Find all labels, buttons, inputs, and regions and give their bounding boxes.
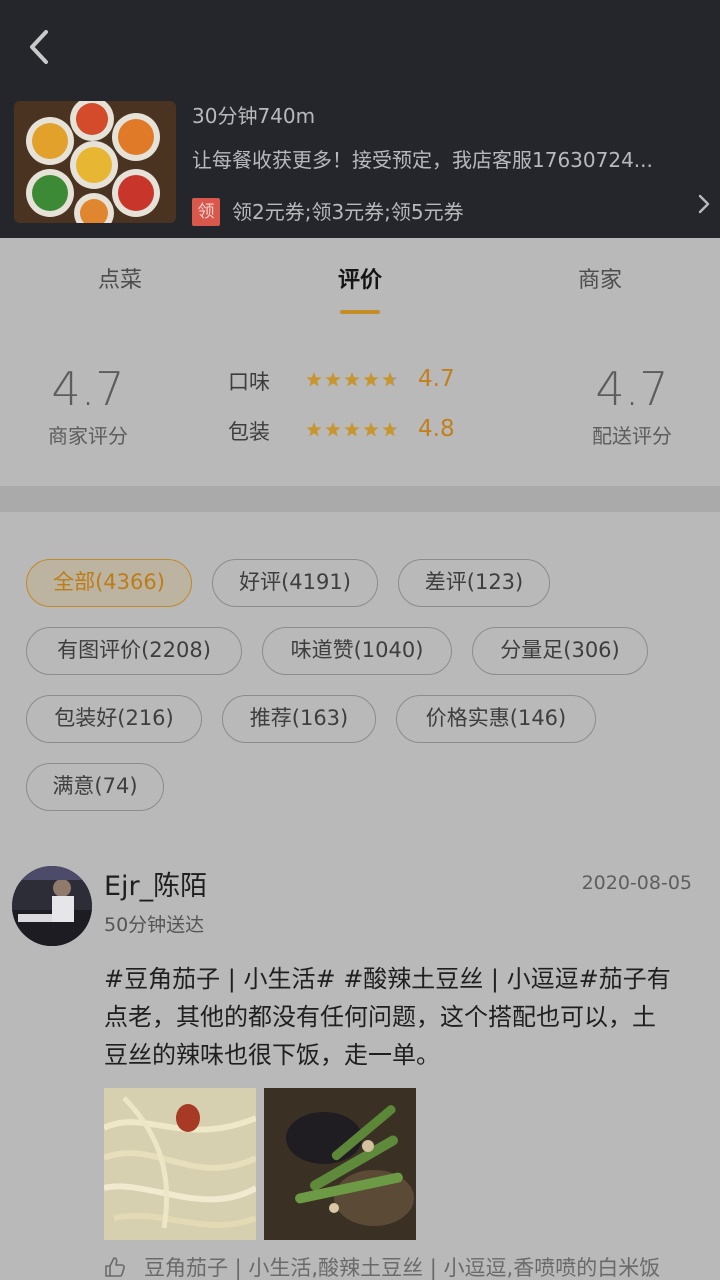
filter-chip-negative[interactable]: 差评(123) [398, 559, 550, 607]
review-text: #豆角茄子 | 小生活# #酸辣土豆丝 | 小逗逗#茄子有点老，其他的都没有任何… [104, 965, 671, 1069]
review-photo-potato[interactable] [104, 1088, 256, 1240]
review-tags-text: 豆角茄子 | 小生活,酸辣土豆丝 | 小逗逗,香喷喷的白米饭 [144, 1256, 661, 1280]
tab-bar: 点菜 评价 商家 [0, 238, 720, 324]
back-arrow-icon[interactable] [20, 24, 60, 70]
star-icon [363, 422, 379, 437]
star-icon [306, 422, 322, 437]
merchant-score-label: 商家评分 [48, 424, 128, 448]
taste-value: 4.7 [418, 366, 455, 392]
review-filters: 全部(4366) 好评(4191) 差评(123) 有图评价(2208) 味道赞… [0, 512, 720, 842]
star-icon [344, 372, 360, 387]
delivery-info: 30分钟740m [192, 104, 316, 128]
star-icon [325, 422, 341, 437]
delivery-score-label: 配送评分 [592, 424, 672, 448]
taste-label: 口味 [228, 370, 270, 394]
tab-merchant[interactable]: 商家 [540, 262, 660, 294]
review-dish-tags: 豆角茄子 | 小生活,酸辣土豆丝 | 小逗逗,香喷喷的白米饭 [104, 1252, 714, 1280]
review-date: 2020-08-05 [581, 872, 692, 894]
filter-chip-all[interactable]: 全部(4366) [26, 559, 192, 607]
filter-chip-with-photos[interactable]: 有图评价(2208) [26, 627, 242, 675]
section-divider [0, 486, 720, 512]
shop-header: 30分钟740m 让每餐收获更多！接受预定，我店客服17630724... 领 … [0, 0, 720, 238]
star-icon [363, 372, 379, 387]
filter-chip-value[interactable]: 价格实惠(146) [396, 695, 596, 743]
filter-chip-portion[interactable]: 分量足(306) [472, 627, 648, 675]
star-icon [325, 372, 341, 387]
package-stars [306, 422, 398, 437]
star-icon [382, 372, 398, 387]
shop-announcement[interactable]: 让每餐收获更多！接受预定，我店客服17630724... [192, 144, 702, 173]
filter-chip-packaging[interactable]: 包装好(216) [26, 695, 202, 743]
star-icon [306, 372, 322, 387]
avatar[interactable] [12, 866, 92, 946]
coupon-badge: 领 [192, 198, 220, 226]
filter-chip-tasty[interactable]: 味道赞(1040) [262, 627, 452, 675]
filter-chip-recommend[interactable]: 推荐(163) [222, 695, 376, 743]
reviewer-name[interactable]: Ejr_陈陌 [104, 864, 207, 903]
package-value: 4.8 [418, 416, 455, 442]
review-item: Ejr_陈陌 50分钟送达 2020-08-05 #豆角茄子 | 小生活# #酸… [0, 842, 720, 1280]
filter-chip-satisfied[interactable]: 满意(74) [26, 763, 164, 811]
chevron-right-icon[interactable] [694, 190, 714, 218]
star-icon [344, 422, 360, 437]
tab-reviews[interactable]: 评价 [300, 262, 420, 294]
package-label: 包装 [228, 420, 270, 444]
taste-stars [306, 372, 398, 387]
review-photo-eggplant[interactable] [264, 1088, 416, 1240]
delivery-duration: 50分钟送达 [104, 914, 205, 936]
filter-chip-positive[interactable]: 好评(4191) [212, 559, 378, 607]
thumbs-up-icon [105, 1257, 125, 1277]
coupon-list[interactable]: 领2元券;领3元券;领5元券 [232, 196, 464, 225]
merchant-score: 4.7 [51, 362, 125, 416]
tab-indicator [340, 310, 380, 314]
star-icon [382, 422, 398, 437]
delivery-score: 4.7 [595, 362, 669, 416]
rating-summary: 4.7 商家评分 口味 4.7 包装 4.8 4.7 配送评分 [0, 324, 720, 486]
shop-thumbnail [14, 101, 176, 223]
tab-order[interactable]: 点菜 [60, 262, 180, 294]
